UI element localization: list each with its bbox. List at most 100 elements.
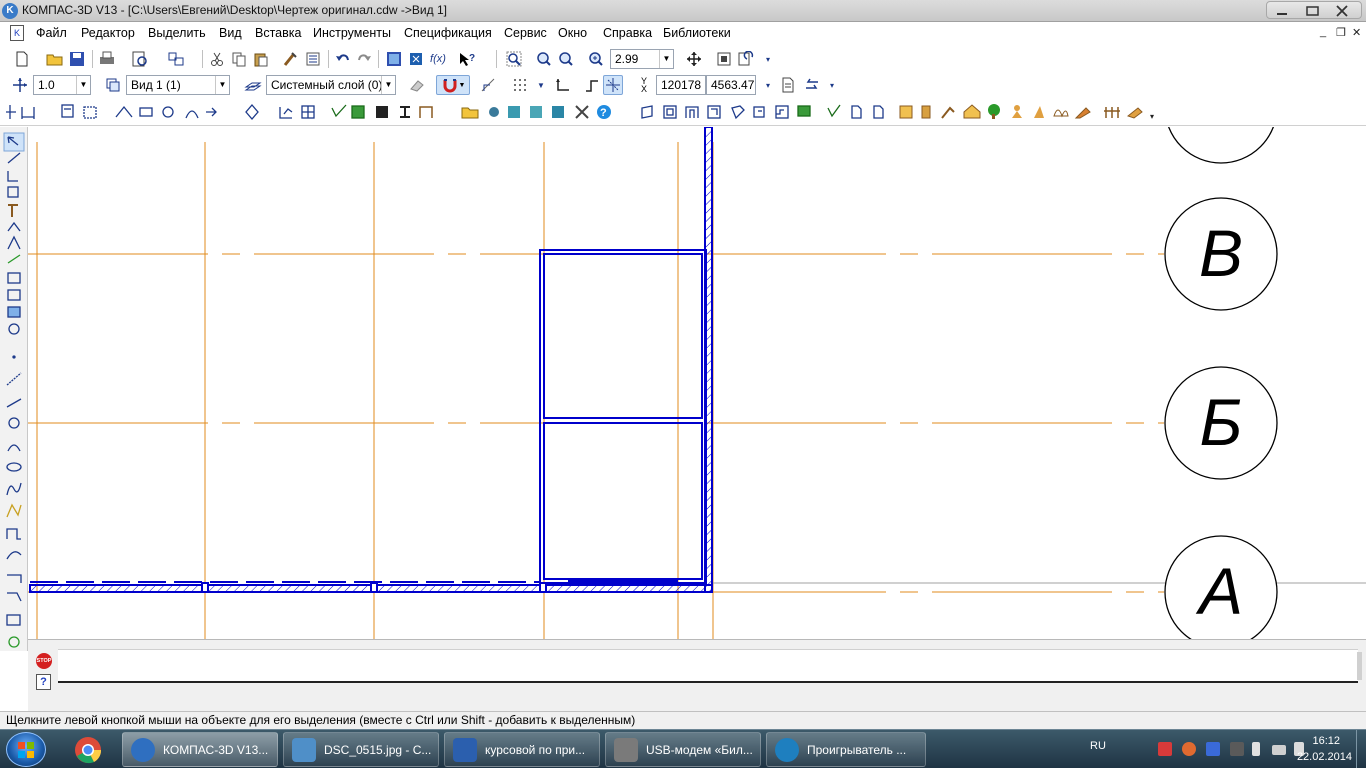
chrome-taskbar-button[interactable] (58, 732, 118, 767)
menu-help[interactable]: Справка (603, 26, 652, 40)
tray-display-icon[interactable] (1230, 742, 1244, 756)
toolbar-overflow-chevron-icon[interactable]: ▾ (758, 75, 778, 95)
kompas-app-icon[interactable]: K (2, 3, 18, 19)
language-indicator[interactable]: RU (1090, 740, 1106, 752)
compact-panel-icons[interactable] (0, 127, 28, 651)
layer-state-button[interactable] (243, 75, 263, 95)
cursor-x-field[interactable]: 120178 (656, 75, 706, 95)
cursor-coords-button[interactable] (603, 75, 623, 95)
room-outer-outline[interactable] (539, 249, 707, 584)
chevron-down-icon[interactable]: ▼ (76, 76, 90, 94)
taskbar-app-media-player[interactable]: Проигрыватель ... (766, 732, 926, 767)
format-painter-button[interactable] (280, 49, 300, 69)
grid-button[interactable] (510, 75, 530, 95)
redo-button[interactable] (354, 49, 374, 69)
axis-bubble[interactable] (1165, 127, 1277, 164)
drawing-view[interactable]: В Б А (28, 127, 1366, 639)
show-desktop-button[interactable] (1356, 730, 1366, 768)
zoom-combo[interactable]: 2.99 ▼ (610, 49, 674, 69)
visualization-button[interactable] (802, 75, 822, 95)
document-properties-button[interactable] (778, 75, 798, 95)
axis-bubble-label[interactable]: В (1199, 216, 1243, 290)
undo-button[interactable] (333, 49, 353, 69)
context-help-button[interactable]: ? (457, 49, 477, 69)
local-axes-button[interactable] (553, 75, 573, 95)
tray-red-icon[interactable] (1158, 742, 1172, 756)
menu-tools[interactable]: Инструменты (313, 26, 391, 40)
wall-joint[interactable] (201, 582, 209, 593)
rendering-button[interactable] (407, 75, 427, 95)
compact-toolbar-icons[interactable]: ? ▾ (0, 99, 1160, 125)
cut-button[interactable] (207, 49, 227, 69)
chevron-down-icon[interactable]: ▼ (659, 50, 673, 68)
paste-button[interactable] (251, 49, 271, 69)
chevron-down-icon[interactable]: ▼ (381, 76, 395, 94)
preview-button[interactable] (130, 49, 150, 69)
toolbar-overflow-chevron-icon[interactable]: ▾ (822, 75, 842, 95)
axis-bubble-label[interactable]: А (1195, 554, 1243, 628)
menu-select[interactable]: Выделить (148, 26, 206, 40)
zoom-out-button[interactable] (556, 49, 576, 69)
mdi-restore-button[interactable]: ❐ (1336, 26, 1346, 39)
manager-button[interactable] (166, 49, 186, 69)
menu-specification[interactable]: Спецификация (404, 26, 492, 40)
taskbar-app-image-viewer[interactable]: DSC_0515.jpg - С... (283, 732, 439, 767)
start-button[interactable] (6, 732, 46, 767)
new-document-button[interactable] (12, 49, 32, 69)
scale-combo[interactable]: 1.0 ▼ (33, 75, 91, 95)
tray-b-icon[interactable] (1206, 742, 1220, 756)
menu-service[interactable]: Сервис (504, 26, 547, 40)
save-button[interactable] (67, 49, 87, 69)
menu-insert[interactable]: Вставка (255, 26, 301, 40)
view-combo[interactable]: Вид 1 (1) ▼ (126, 75, 230, 95)
menu-file[interactable]: Файл (36, 26, 67, 40)
chevron-down-icon[interactable]: ▼ (215, 76, 229, 94)
chevron-down-icon[interactable]: ▼ (459, 82, 466, 89)
ortho-button[interactable] (478, 75, 498, 95)
variables-button[interactable] (406, 49, 426, 69)
document-icon[interactable]: K (10, 25, 24, 41)
taskbar-app-kompas[interactable]: КОМПАС-3D V13... (122, 732, 278, 767)
fx-button[interactable]: f(x) (428, 49, 448, 69)
wall-joint[interactable] (539, 582, 547, 593)
chevron-down-icon[interactable]: ▼ (531, 75, 551, 95)
properties-list-button[interactable] (303, 49, 323, 69)
properties-area[interactable] (58, 649, 1358, 683)
toolbar-overflow-chevron-icon[interactable]: ▾ (758, 49, 778, 69)
view-state-button[interactable] (103, 75, 123, 95)
menu-view[interactable]: Вид (219, 26, 242, 40)
cursor-y-field[interactable]: 4563.47 (706, 75, 756, 95)
layer-combo[interactable]: Системный слой (0) ▼ (266, 75, 396, 95)
round-button[interactable] (582, 75, 602, 95)
menu-editor[interactable]: Редактор (81, 26, 135, 40)
stop-icon[interactable]: STOP (36, 653, 52, 669)
clock-date[interactable]: 22.02.2014 (1297, 751, 1352, 763)
open-button[interactable] (45, 49, 65, 69)
drawing-canvas[interactable]: В Б А (28, 127, 1366, 639)
network-signal-icon[interactable] (1272, 745, 1286, 755)
battery-icon[interactable] (1252, 742, 1260, 756)
refresh-button[interactable] (736, 49, 756, 69)
panel-scroll-handle[interactable] (1357, 652, 1362, 680)
zoom-window-button[interactable] (504, 49, 524, 69)
show-all-button[interactable] (714, 49, 734, 69)
tray-antivirus-icon[interactable] (1182, 742, 1196, 756)
taskbar-app-word[interactable]: курсовой по при... (444, 732, 600, 767)
wall-joint[interactable] (370, 582, 378, 593)
mdi-minimize-button[interactable]: _ (1320, 26, 1326, 38)
axis-bubble-label[interactable]: Б (1200, 385, 1243, 459)
print-button[interactable] (97, 49, 117, 69)
copy-button[interactable] (229, 49, 249, 69)
title-bar[interactable]: K КОМПАС-3D V13 - [C:\Users\Евгений\Desk… (0, 0, 1366, 22)
tree-button[interactable] (384, 49, 404, 69)
zoom-in-button[interactable] (534, 49, 554, 69)
pan-button[interactable] (684, 49, 704, 69)
window-controls[interactable] (1266, 1, 1362, 19)
zoom-scale-button[interactable] (586, 49, 606, 69)
help-icon[interactable]: ? (36, 674, 51, 690)
menu-window[interactable]: Окно (558, 26, 587, 40)
taskbar-app-usb-modem[interactable]: USB-модем «Бил... (605, 732, 761, 767)
clock-time[interactable]: 16:12 (1312, 735, 1340, 747)
menu-libraries[interactable]: Библиотеки (663, 26, 731, 40)
mdi-close-button[interactable]: ✕ (1352, 26, 1361, 39)
